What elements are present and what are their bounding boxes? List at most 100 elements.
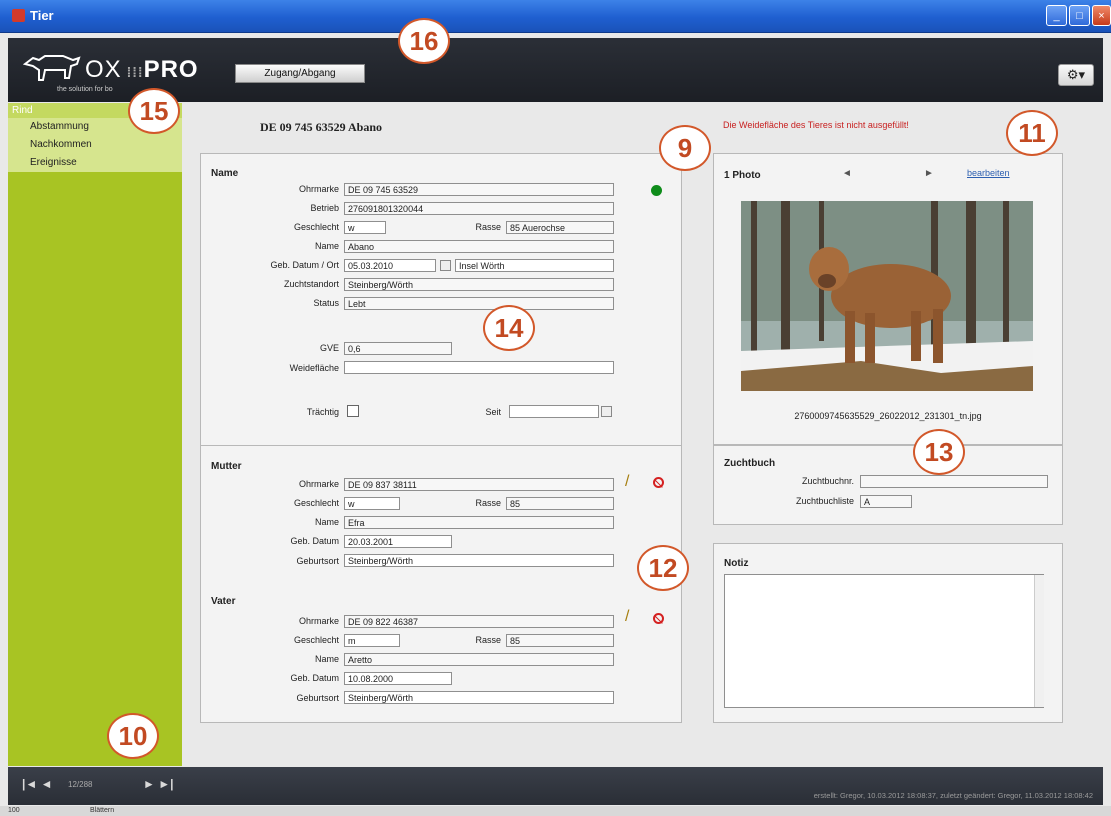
mutter-geschlecht-label: Geschlecht [293, 498, 339, 508]
nav-first-prev-icon[interactable]: |◄ ◄ [22, 777, 52, 791]
zoom-level[interactable]: 100 [8, 807, 20, 814]
zuchtbuch-title: Zuchtbuch [724, 458, 776, 469]
vater-rasse-field[interactable]: 85 [506, 634, 614, 647]
mutter-remove-icon[interactable] [653, 477, 664, 488]
app-icon [12, 9, 25, 22]
vater-geschlecht-label: Geschlecht [293, 635, 339, 645]
app-header: OX ⁞⁞⁞PRO the solution for bo Zugang/Abg… [8, 38, 1103, 102]
zuchtstandort-label: Zuchtstandort [283, 279, 339, 289]
name-field[interactable]: Abano [344, 240, 614, 253]
main-content: DE 09 745 63529 Abano Die Weidefläche de… [107, 18, 1103, 766]
geschlecht-field[interactable]: w [344, 221, 386, 234]
mutter-geburtsort-label: Geburtsort [296, 556, 339, 566]
seit-calendar-icon[interactable] [601, 406, 612, 417]
geb-ort-field[interactable]: Insel Wörth [455, 259, 614, 272]
vater-remove-icon[interactable] [653, 613, 664, 624]
geschlecht-label: Geschlecht [293, 222, 339, 232]
name-panel: Name Ohrmarke DE 09 745 63529 Betrieb 27… [200, 153, 682, 455]
ox-logo-icon [23, 55, 81, 81]
vater-geb-field[interactable]: 10.08.2000 [344, 672, 452, 685]
callout-11: 11 [1006, 110, 1058, 156]
animal-title: DE 09 745 63529 Abano [260, 120, 383, 134]
mutter-geburtsort-field[interactable]: Steinberg/Wörth [344, 554, 614, 567]
nav-next-last-icon[interactable]: ► ►| [143, 777, 173, 791]
mutter-section-title: Mutter [211, 461, 242, 472]
geb-datum-ort-label: Geb. Datum / Ort [270, 260, 339, 270]
mutter-geb-label: Geb. Datum [290, 536, 339, 546]
traechtig-label: Trächtig [306, 407, 339, 417]
vater-geschlecht-field[interactable]: m [344, 634, 400, 647]
traechtig-checkbox[interactable] [347, 405, 359, 417]
vater-rasse-label: Rasse [475, 635, 501, 645]
mutter-geschlecht-field[interactable]: w [344, 497, 400, 510]
record-counter: 12/288 [68, 780, 93, 789]
gve-label: GVE [319, 343, 339, 353]
betrieb-label: Betrieb [310, 203, 339, 213]
status-label: Status [313, 298, 339, 308]
mutter-ohrmarke-label: Ohrmarke [298, 479, 339, 489]
vater-section-title: Vater [211, 596, 236, 607]
photo-panel: 1 Photo ◄ ► bearbeiten 2760009745635529_… [713, 153, 1063, 445]
zuchtstandort-field[interactable]: Steinberg/Wörth [344, 278, 614, 291]
mutter-ohrmarke-field[interactable]: DE 09 837 38111 [344, 478, 614, 491]
calf-photo-image [741, 201, 1033, 391]
zugang-abgang-button[interactable]: Zugang/Abgang [235, 64, 365, 83]
photo-count: 1 Photo [724, 170, 761, 181]
bottom-toolbar: 100 Blättern [0, 806, 1111, 816]
mode-selector[interactable]: Blättern [90, 807, 114, 814]
zuchtbuchnr-label: Zuchtbuchnr. [801, 476, 854, 486]
close-button[interactable]: × [1092, 5, 1111, 26]
maximize-button[interactable]: □ [1069, 5, 1090, 26]
mutter-rasse-field[interactable]: 85 [506, 497, 614, 510]
betrieb-field[interactable]: 276091801320044 [344, 202, 614, 215]
seit-field[interactable] [509, 405, 599, 418]
callout-15: 15 [128, 88, 180, 134]
calendar-icon[interactable] [440, 260, 451, 271]
rasse-field[interactable]: 85 Auerochse [506, 221, 614, 234]
photo-next-icon[interactable]: ► [924, 168, 934, 179]
record-metadata: erstellt: Gregor, 10.03.2012 18:08:37, z… [813, 791, 1093, 800]
geb-datum-field[interactable]: 05.03.2010 [344, 259, 436, 272]
callout-9: 9 [659, 125, 711, 171]
callout-12: 12 [637, 545, 689, 591]
mutter-edit-pencil-icon[interactable]: / [625, 473, 629, 491]
animal-photo[interactable] [741, 201, 1033, 391]
ohrmarke-field[interactable]: DE 09 745 63529 [344, 183, 614, 196]
notiz-scrollbar[interactable] [1034, 575, 1044, 707]
sidebar-item-ereignisse[interactable]: Ereignisse [8, 154, 182, 172]
mutter-name-field[interactable]: Efra [344, 516, 614, 529]
status-field[interactable]: Lebt [344, 297, 614, 310]
photo-edit-link[interactable]: bearbeiten [967, 168, 1010, 178]
mutter-name-label: Name [314, 517, 339, 527]
weideflaeche-field[interactable] [344, 361, 614, 374]
callout-13: 13 [913, 429, 965, 475]
notiz-textarea[interactable] [724, 574, 1044, 708]
vater-name-field[interactable]: Aretto [344, 653, 614, 666]
brand-text: OX ⁞⁞⁞PRO [85, 56, 199, 83]
settings-gear-icon[interactable]: ⚙▾ [1058, 64, 1094, 86]
vater-edit-pencil-icon[interactable]: / [625, 608, 629, 626]
ohrmarke-label: Ohrmarke [298, 184, 339, 194]
callout-16: 16 [398, 18, 450, 64]
vater-ohrmarke-field[interactable]: DE 09 822 46387 [344, 615, 614, 628]
minimize-button[interactable]: _ [1046, 5, 1067, 26]
parents-panel: Mutter Ohrmarke DE 09 837 38111 Geschlec… [200, 445, 682, 723]
gve-field[interactable]: 0,6 [344, 342, 452, 355]
record-navigation-bar: |◄ ◄ 12/288 ► ►| erstellt: Gregor, 10.03… [8, 767, 1103, 805]
callout-14: 14 [483, 305, 535, 351]
photo-prev-icon[interactable]: ◄ [842, 168, 852, 179]
vater-ohrmarke-label: Ohrmarke [298, 616, 339, 626]
callout-10: 10 [107, 713, 159, 759]
window-titlebar: Tier _ □ × [0, 0, 1111, 33]
photo-filename: 2760009745635529_26022012_231301_tn.jpg [794, 411, 982, 421]
mutter-geb-field[interactable]: 20.03.2001 [344, 535, 452, 548]
status-indicator-dot [651, 185, 662, 196]
sidebar-item-nachkommen[interactable]: Nachkommen [8, 136, 182, 154]
brand-ox: OX [85, 56, 122, 83]
vater-geburtsort-field[interactable]: Steinberg/Wörth [344, 691, 614, 704]
sidebar: Rind Abstammung Nachkommen Ereignisse [8, 103, 182, 766]
zuchtbuchnr-field[interactable] [860, 475, 1048, 488]
vater-geburtsort-label: Geburtsort [296, 693, 339, 703]
zuchtbuchliste-field[interactable]: A [860, 495, 912, 508]
notiz-panel: Notiz [713, 543, 1063, 723]
